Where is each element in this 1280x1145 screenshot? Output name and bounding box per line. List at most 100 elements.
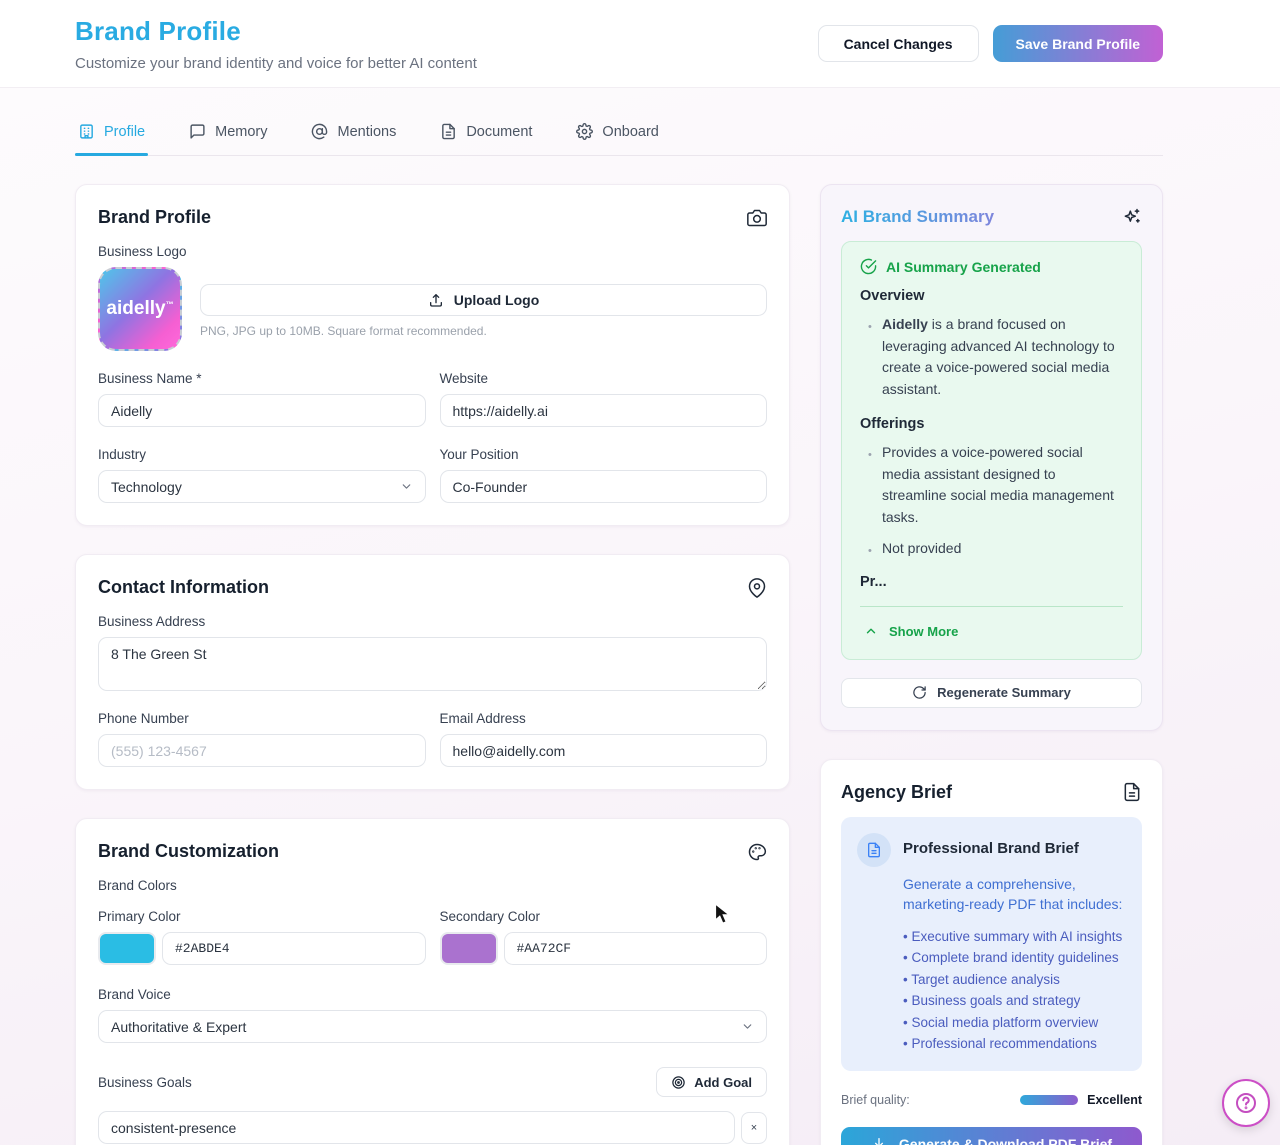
brief-item: Target audience analysis: [903, 969, 1126, 991]
website-label: Website: [440, 371, 768, 386]
show-more-label: Show More: [889, 624, 958, 639]
tab-profile[interactable]: Profile: [75, 120, 148, 155]
business-goals-label: Business Goals: [98, 1075, 192, 1090]
logo-row: aidelly™ Upload Logo PNG, JPG up to 10MB…: [98, 267, 767, 351]
document-icon: [440, 123, 457, 140]
website-field[interactable]: [440, 394, 768, 427]
brief-items: Executive summary with AI insights Compl…: [903, 926, 1126, 1055]
upload-wrap: Upload Logo PNG, JPG up to 10MB. Square …: [200, 267, 767, 338]
ai-brand-summary-card: AI Brand Summary AI Summary Generated: [820, 184, 1163, 731]
brief-item: Professional recommendations: [903, 1033, 1126, 1055]
save-brand-profile-button[interactable]: Save Brand Profile: [993, 25, 1164, 62]
tab-mentions[interactable]: Mentions: [308, 120, 399, 155]
summary-divider: [860, 606, 1123, 607]
primary-color-hex-field[interactable]: [162, 932, 426, 965]
tab-document[interactable]: Document: [437, 120, 535, 155]
color-fields: Primary Color Secondary Color: [98, 909, 767, 965]
regenerate-summary-button[interactable]: Regenerate Summary: [841, 678, 1142, 708]
primary-color-group: Primary Color: [98, 909, 426, 965]
building-icon: [78, 123, 95, 140]
upload-logo-button[interactable]: Upload Logo: [200, 284, 767, 316]
brand-name-bold: Aidelly: [882, 316, 928, 332]
generate-pdf-brief-button[interactable]: Generate & Download PDF Brief: [841, 1127, 1142, 1145]
brand-voice-select[interactable]: Authoritative & Expert: [98, 1010, 767, 1043]
show-more-button[interactable]: Show More: [860, 624, 958, 643]
brief-item: Complete brand identity guidelines: [903, 947, 1126, 969]
brand-voice-label: Brand Voice: [98, 987, 767, 1002]
brief-quality-label: Brief quality:: [841, 1093, 1020, 1107]
brief-item: Executive summary with AI insights: [903, 926, 1126, 948]
industry-value: Technology: [111, 479, 182, 495]
brief-item: Social media platform overview: [903, 1012, 1126, 1034]
summary-status-text: AI Summary Generated: [886, 259, 1041, 275]
add-goal-button[interactable]: Add Goal: [656, 1067, 767, 1097]
overview-list: Aidelly is a brand focused on leveraging…: [860, 314, 1123, 400]
content-columns: Brand Profile Business Logo aidelly™: [75, 184, 1163, 1145]
contact-fields: Phone Number Email Address: [98, 711, 767, 767]
website-group: Website: [440, 371, 768, 427]
tab-onboard[interactable]: Onboard: [573, 120, 661, 155]
upload-icon: [428, 292, 444, 308]
brief-quality-row: Brief quality: Excellent: [841, 1093, 1142, 1107]
left-column: Brand Profile Business Logo aidelly™: [75, 184, 790, 1145]
page-header: Brand Profile Customize your brand ident…: [0, 0, 1280, 88]
chat-bubble-icon: [189, 123, 206, 140]
brief-item: Business goals and strategy: [903, 990, 1126, 1012]
help-button[interactable]: [1222, 1079, 1270, 1127]
brand-profile-page: Brand Profile Customize your brand ident…: [0, 0, 1280, 1145]
upload-hint: PNG, JPG up to 10MB. Square format recom…: [200, 324, 767, 338]
address-label: Business Address: [98, 614, 767, 629]
card-title: AI Brand Summary: [841, 207, 994, 227]
primary-color-swatch[interactable]: [98, 932, 156, 965]
remove-goal-button[interactable]: ×: [741, 1112, 767, 1144]
secondary-color-group: Secondary Color: [440, 909, 768, 965]
card-title: Agency Brief: [841, 782, 952, 803]
page-title: Brand Profile: [75, 16, 477, 47]
right-column: AI Brand Summary AI Summary Generated: [820, 184, 1163, 1145]
tab-label: Mentions: [337, 124, 396, 140]
secondary-color-label: Secondary Color: [440, 909, 768, 924]
offering-bullet: Provides a voice-powered social media as…: [882, 442, 1123, 528]
summary-status: AI Summary Generated: [860, 258, 1123, 275]
business-logo[interactable]: aidelly™: [98, 267, 182, 351]
brand-brief-box: Professional Brand Brief Generate a comp…: [841, 817, 1142, 1071]
position-label: Your Position: [440, 447, 768, 462]
brief-header: Professional Brand Brief: [857, 833, 1126, 867]
regenerate-label: Regenerate Summary: [937, 685, 1071, 700]
tab-bar: Profile Memory Mentions Document: [75, 120, 1163, 156]
sparkles-icon: [1122, 207, 1142, 227]
brand-customization-card: Brand Customization Brand Colors Primary…: [75, 818, 790, 1145]
secondary-color-hex-field[interactable]: [504, 932, 768, 965]
download-icon: [871, 1136, 887, 1145]
business-name-field[interactable]: [98, 394, 426, 427]
brief-intro: Generate a comprehensive, marketing-read…: [903, 874, 1126, 914]
brand-voice-value: Authoritative & Expert: [111, 1019, 246, 1035]
header-actions: Cancel Changes Save Brand Profile: [818, 25, 1163, 62]
phone-field[interactable]: [98, 734, 426, 767]
quality-progress-bar: [1020, 1095, 1078, 1105]
chevron-down-icon: [400, 480, 413, 493]
card-header: AI Brand Summary: [841, 207, 1142, 227]
business-address-field[interactable]: 8 The Green St: [98, 637, 767, 691]
upload-label: Upload Logo: [454, 292, 540, 308]
file-text-icon: [1122, 782, 1142, 802]
agency-brief-card: Agency Brief Professional Brand Brief: [820, 759, 1163, 1145]
offering-bullet: Not provided: [882, 538, 1123, 560]
chevron-up-icon: [864, 624, 878, 638]
secondary-color-row: [440, 932, 768, 965]
tab-memory[interactable]: Memory: [186, 120, 270, 155]
email-field[interactable]: [440, 734, 768, 767]
business-name-group: Business Name *: [98, 371, 426, 427]
goal-row: ×: [98, 1111, 767, 1144]
cancel-changes-button[interactable]: Cancel Changes: [818, 25, 979, 62]
goal-field[interactable]: [98, 1111, 735, 1144]
brief-body: Generate a comprehensive, marketing-read…: [903, 874, 1126, 1055]
generate-pdf-label: Generate & Download PDF Brief: [899, 1136, 1112, 1145]
check-circle-icon: [860, 258, 877, 275]
email-label: Email Address: [440, 711, 768, 726]
card-title: Brand Customization: [98, 841, 279, 862]
camera-icon: [747, 208, 767, 228]
secondary-color-swatch[interactable]: [440, 932, 498, 965]
industry-select[interactable]: Technology: [98, 470, 426, 503]
position-field[interactable]: [440, 470, 768, 503]
